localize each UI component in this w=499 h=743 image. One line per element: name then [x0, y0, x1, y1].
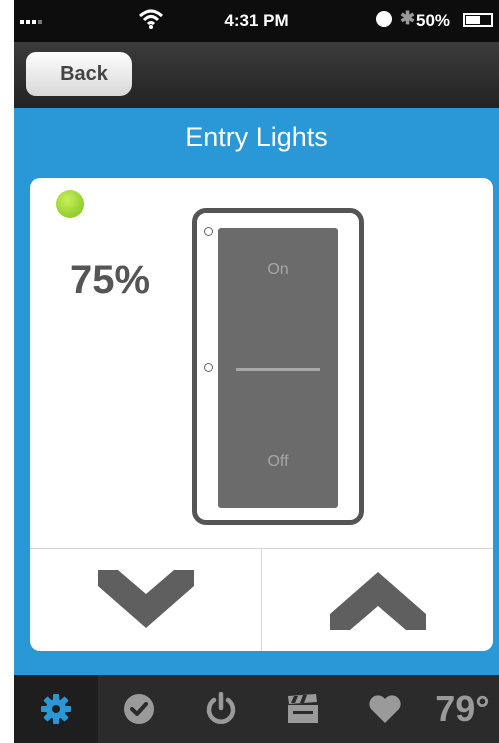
switch-on-button[interactable]: On [218, 261, 338, 279]
heart-icon [369, 695, 401, 723]
power-icon [206, 692, 236, 724]
orientation-lock-icon [376, 11, 392, 27]
switch-screw-middle [204, 363, 213, 372]
bluetooth-icon: ✱ [400, 8, 416, 28]
temperature-label: 79° [435, 688, 490, 729]
chevron-down-icon [97, 570, 194, 628]
clapperboard-icon [288, 694, 318, 723]
chevron-up-icon [329, 572, 426, 630]
tab-scenes[interactable] [262, 675, 344, 743]
tab-bar: 79° [14, 675, 499, 743]
back-button[interactable]: Back [26, 52, 132, 96]
switch-paddle: On Off [218, 228, 338, 508]
page-title: Entry Lights [185, 122, 328, 152]
switch-divider [236, 368, 320, 371]
tab-power[interactable] [180, 675, 262, 743]
gear-icon [41, 694, 71, 724]
tab-favorites[interactable] [344, 675, 426, 743]
light-level: 75% [70, 258, 151, 302]
navigation-bar: Back [14, 42, 499, 108]
dim-down-button[interactable] [30, 549, 261, 651]
checkmark-icon [124, 694, 154, 724]
main-content: Entry Lights 75% On Off [14, 108, 499, 675]
dim-up-button[interactable] [262, 549, 493, 651]
app-screen: 4:31 PM ✱ 50% Back Entry Lights 75% On O… [14, 0, 499, 743]
status-bar: 4:31 PM ✱ 50% [14, 0, 499, 42]
battery-percentage: 50% [416, 11, 451, 30]
switch-screw-top [204, 227, 213, 236]
tab-weather[interactable]: 79° [426, 675, 499, 743]
status-indicator [56, 190, 84, 218]
tab-check[interactable] [98, 675, 180, 743]
switch-off-button[interactable]: Off [218, 453, 338, 471]
battery-icon [463, 13, 493, 27]
light-control-card: 75% On Off [30, 178, 493, 651]
phone-frame: 4:31 PM ✱ 50% Back Entry Lights 75% On O… [0, 0, 499, 743]
light-switch: On Off [192, 208, 364, 525]
tab-settings[interactable] [14, 675, 98, 743]
